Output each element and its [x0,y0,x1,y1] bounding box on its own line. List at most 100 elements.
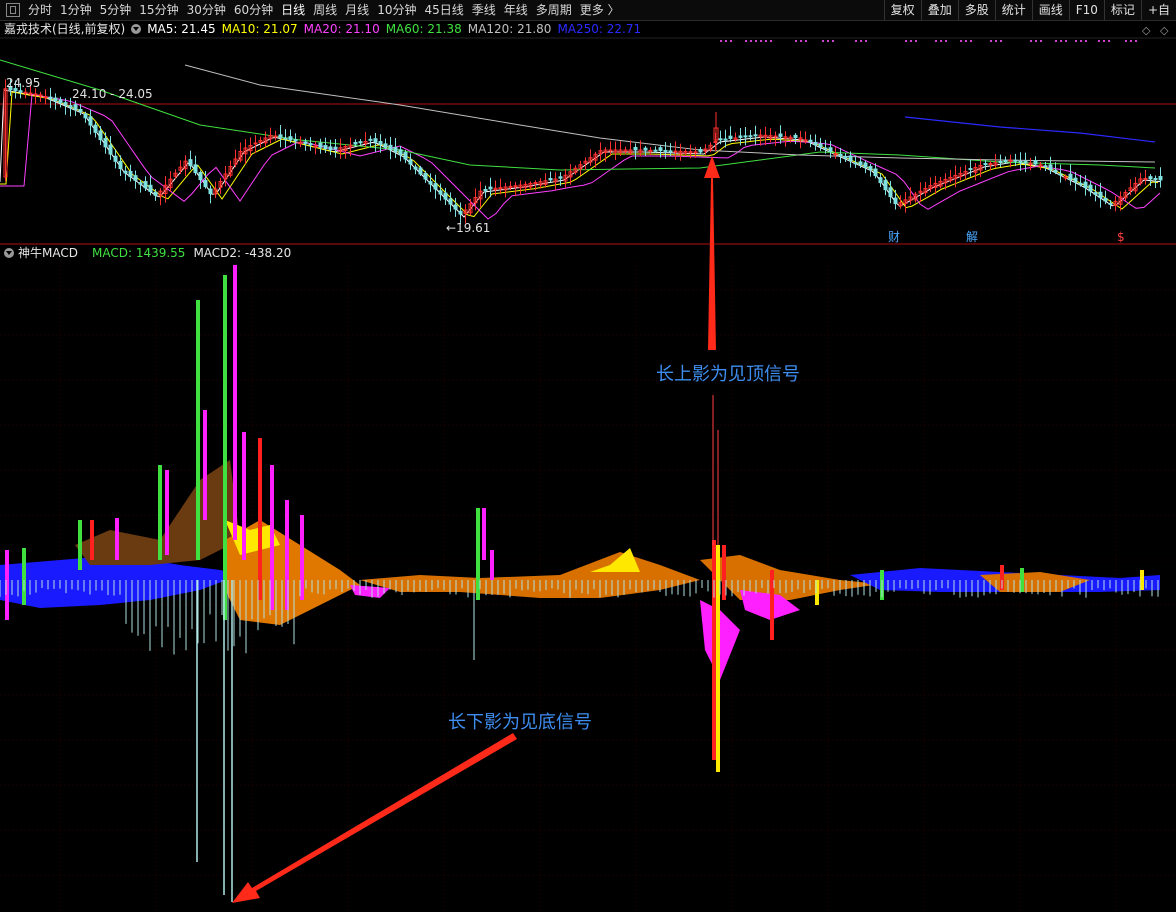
event-dividend-marker[interactable]: $ [1117,230,1125,244]
candle-body [873,168,878,177]
top-signal-annotation: 长上影为见顶信号 [656,364,800,385]
candle-body [1068,173,1073,180]
candle-body [673,150,678,153]
macd-bar [1020,568,1024,592]
candle-body [1048,164,1053,171]
marker-dot [805,40,807,42]
ma-lines [0,59,1161,220]
marker-dot [750,40,752,42]
candle-body [653,149,658,152]
candle-body [668,150,673,153]
circle-dropdown-icon[interactable] [4,248,14,258]
macd-bar [158,465,162,560]
candle-body [1008,159,1013,162]
candle-body [118,160,123,170]
candle-body [698,149,703,153]
candle-body [823,147,828,150]
candle-body [328,146,333,151]
candle-body [1018,160,1023,163]
candle-body [558,176,563,179]
candle-body [63,102,68,106]
macd-bar [258,438,262,600]
candle-body [138,182,143,185]
candle-body [868,166,873,171]
candle-body [883,179,888,191]
candle-body [1158,176,1163,181]
macd-bar [203,410,207,520]
candle-body [1003,160,1008,163]
macd-bar [90,520,94,560]
marker-dot [795,40,797,42]
marker-dot [940,40,942,42]
candle-body [198,172,203,181]
candle-body [1108,202,1113,205]
candle-body [858,161,863,166]
candle-body [1013,159,1018,162]
candle-body [1153,178,1158,181]
event-earnings-marker[interactable]: 财 [888,230,900,244]
marker-dot [1135,40,1137,42]
price-high-label: 24.95 [6,76,40,90]
marker-dot [1103,40,1105,42]
candle-body [833,153,838,156]
candle-body [548,178,553,181]
candle-body [288,136,293,141]
price-low-value: 19.61 [456,221,490,235]
candle-body [33,93,38,96]
marker-dot [800,40,802,42]
candle-body [1053,169,1058,173]
ma250-line [904,116,1156,143]
candle-body [778,133,783,137]
candle-body [888,187,893,198]
candle-body [153,191,158,196]
macd-indicator [0,265,1160,902]
kline-chart[interactable]: 24.95 24.10 - 24.05 ←19.61 财 解 $ [0,0,1176,912]
ma10-line [0,91,1159,218]
candle-body [273,135,278,138]
candle-body [878,177,883,184]
candle-body [58,99,63,104]
marker-dot [945,40,947,42]
event-unlock-marker[interactable]: 解 [966,230,978,244]
marker-dot [1085,40,1087,42]
candle-body [88,116,93,126]
macd-bar [22,548,26,605]
marker-dot [1065,40,1067,42]
candle-body [333,146,338,150]
marker-dot [935,40,937,42]
candle-body [368,138,373,141]
bottom-signal-annotation: 长下影为见底信号 [448,712,592,733]
candle-body [743,135,748,138]
candle-body [1043,165,1048,168]
macd-bar [78,520,82,570]
candle-body [793,134,798,139]
candle-body [83,113,88,119]
macd-bar [770,570,774,640]
candle-body [373,138,378,143]
marker-dot [855,40,857,42]
candle-body [418,167,423,175]
marker-dot [765,40,767,42]
marker-dot [970,40,972,42]
candle-body [398,149,403,156]
candle-body [388,144,393,150]
candle-body [413,166,418,170]
candle-body [533,182,538,185]
candle-body [508,185,513,188]
candle-body [393,146,398,153]
candle-body [303,141,308,144]
macd-bar [1140,570,1144,590]
marker-dot [725,40,727,42]
marker-dot [865,40,867,42]
ma60-line [0,59,1156,171]
candle-body [28,92,33,95]
macd-bar [476,508,480,600]
candle-body [1033,159,1038,165]
macd-bar [716,545,720,772]
candle-body [753,134,758,137]
candle-body [1073,177,1078,183]
candle-body [443,192,448,200]
candle-body [1088,184,1093,192]
candle-body [818,143,823,148]
marker-dot [1040,40,1042,42]
